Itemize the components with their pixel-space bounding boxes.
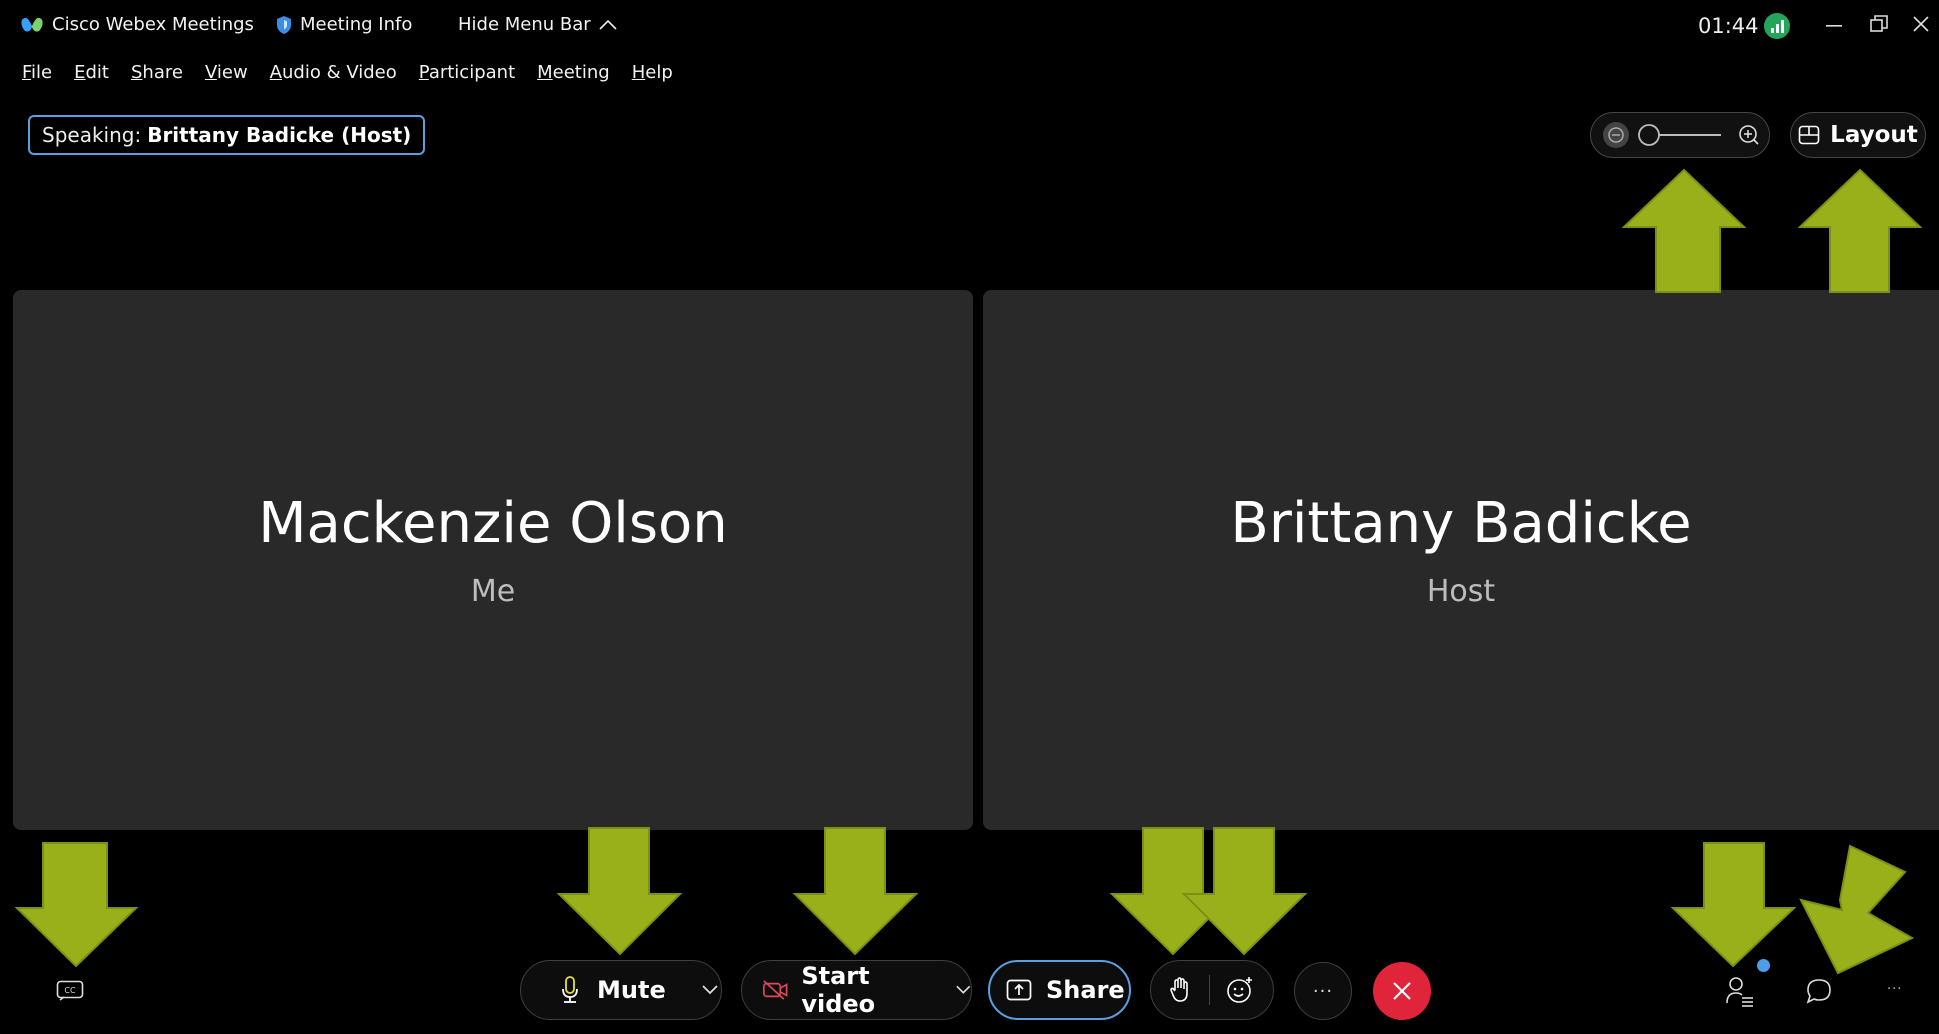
mute-label: Mute <box>597 976 666 1004</box>
layout-grid-icon <box>1798 125 1820 145</box>
share-button[interactable]: Share <box>988 960 1131 1020</box>
app-name: Cisco Webex Meetings <box>52 14 254 35</box>
start-video-label: Start video <box>801 962 876 1018</box>
down-arrow-participants <box>1670 842 1797 968</box>
zoom-control <box>1590 112 1770 158</box>
participants-icon[interactable] <box>1726 974 1756 1008</box>
end-meeting-button[interactable] <box>1373 962 1431 1020</box>
hand-reactions-group <box>1150 960 1274 1020</box>
share-screen-icon <box>1006 979 1032 1001</box>
close-icon <box>1393 982 1411 1000</box>
menu-audio-video[interactable]: Audio & Video <box>270 62 397 83</box>
down-arrow-captions <box>14 842 139 968</box>
raise-hand-icon[interactable] <box>1169 977 1191 1003</box>
more-options-icon: ··· <box>1312 980 1334 1002</box>
participant-name: Brittany Badicke <box>1230 491 1692 556</box>
closed-captions-icon[interactable]: CC <box>56 980 84 1002</box>
menu-bar: File Edit Share View Audio & Video Parti… <box>22 62 673 83</box>
menu-share[interactable]: Share <box>131 62 183 83</box>
up-arrow-layout <box>1797 168 1923 293</box>
speaking-indicator: Speaking: Brittany Badicke (Host) <box>28 115 426 155</box>
notification-dot <box>1757 959 1770 972</box>
menu-help[interactable]: Help <box>632 62 673 83</box>
reactions-icon[interactable] <box>1226 976 1254 1004</box>
participant-role: Me <box>470 574 516 609</box>
microphone-icon <box>562 976 578 1003</box>
video-tile-host[interactable]: Brittany Badicke Host <box>983 290 1939 830</box>
menu-edit[interactable]: Edit <box>74 62 109 83</box>
meeting-info-label: Meeting Info <box>300 14 413 35</box>
chevron-up-icon <box>599 19 617 30</box>
restore-icon[interactable] <box>1870 15 1888 33</box>
chat-icon[interactable] <box>1805 977 1833 1005</box>
menu-view[interactable]: View <box>205 62 248 83</box>
speaking-name: Brittany Badicke (Host) <box>147 123 412 147</box>
chevron-down-icon[interactable] <box>956 985 971 995</box>
mute-button[interactable]: Mute <box>520 960 722 1020</box>
close-window-icon[interactable] <box>1912 15 1930 33</box>
down-arrow-reactions <box>1181 827 1308 956</box>
participant-name: Mackenzie Olson <box>258 491 728 556</box>
layout-label: Layout <box>1830 122 1918 148</box>
menu-meeting[interactable]: Meeting <box>537 62 610 83</box>
meeting-clock: 01:44 <box>1698 14 1759 38</box>
more-options-button[interactable]: ··· <box>1294 962 1352 1020</box>
share-label: Share <box>1046 976 1125 1004</box>
zoom-slider[interactable] <box>1591 113 1771 159</box>
speaking-prefix: Speaking: <box>42 123 142 147</box>
down-arrow-video <box>792 827 919 956</box>
video-tile-self[interactable]: Mackenzie Olson Me <box>13 290 973 830</box>
up-arrow-zoom <box>1621 168 1747 293</box>
shield-icon <box>277 15 291 34</box>
minimize-icon[interactable] <box>1826 24 1842 28</box>
meeting-info-button[interactable]: Meeting Info <box>276 14 412 35</box>
svg-text:CC: CC <box>64 986 76 995</box>
video-off-icon <box>763 980 788 1000</box>
hide-menu-bar-label: Hide Menu Bar <box>458 14 591 35</box>
start-video-button[interactable]: Start video <box>741 960 972 1020</box>
hide-menu-bar-button[interactable]: Hide Menu Bar <box>458 14 617 35</box>
down-arrow-raise-hand <box>1109 827 1236 956</box>
webex-logo-icon <box>21 17 43 31</box>
diagonal-arrow-chat <box>1799 844 1915 975</box>
menu-participant[interactable]: Participant <box>419 62 515 83</box>
participant-role: Host <box>1426 574 1496 609</box>
layout-button[interactable]: Layout <box>1790 112 1926 158</box>
menu-file[interactable]: File <box>22 62 52 83</box>
chevron-down-icon[interactable] <box>702 985 718 995</box>
title-bar: Cisco Webex Meetings Meeting Info Hide M… <box>0 0 1939 56</box>
app-title: Cisco Webex Meetings <box>20 14 254 35</box>
network-status-icon[interactable] <box>1764 13 1790 39</box>
down-arrow-mute <box>556 827 683 956</box>
more-panels-button[interactable]: ··· <box>1887 982 1902 997</box>
